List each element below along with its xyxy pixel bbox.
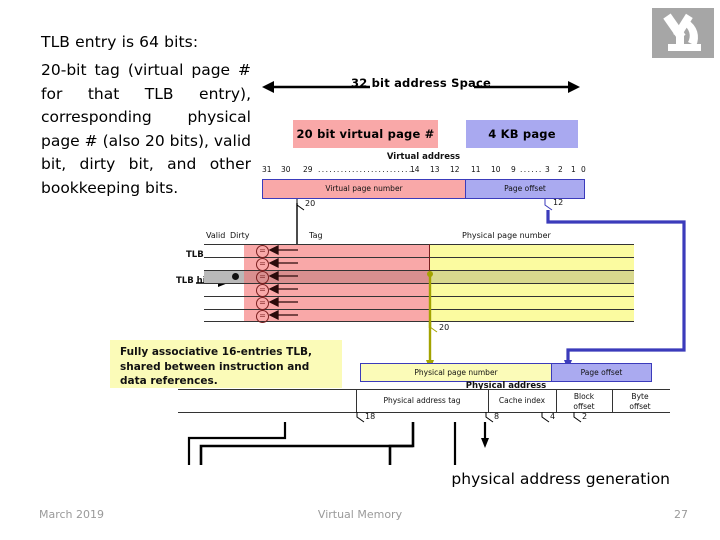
lead-text-block: TLB entry is 64 bits: 20-bit tag (virtua… xyxy=(41,31,251,200)
physical-page-offset-field: Page offset xyxy=(552,364,651,381)
address-space-label: 32 bit address Space xyxy=(351,76,491,90)
physical-address-caption: physical address generation xyxy=(451,470,670,488)
tlb-hit-node xyxy=(232,273,239,280)
ppn-output-tap-connector xyxy=(429,322,438,333)
microscope-logo xyxy=(652,8,714,58)
tlb-column-headers: Valid Dirty Tag Physical page number xyxy=(204,231,634,243)
callout-page-size: 4 KB page xyxy=(466,120,578,148)
tlb-col-valid: Valid xyxy=(206,231,226,240)
cache-field-breakdown: Physical address tag Cache index Block of… xyxy=(178,389,670,413)
footer-title: Virtual Memory xyxy=(317,508,403,521)
offset-tap-label: 12 xyxy=(553,198,564,207)
comparator-feed-arrows xyxy=(268,244,298,321)
virtual-page-number-field: Virtual page number xyxy=(263,180,466,198)
cache-field-tag: Physical address tag xyxy=(383,396,461,405)
lead-body: 20-bit tag (virtual page # for that TLB … xyxy=(41,61,251,197)
cache-field-block-offset: Block offset xyxy=(573,392,595,411)
address-space-span: 32 bit address Space xyxy=(262,76,580,98)
virtual-page-offset-field: Page offset xyxy=(466,180,584,198)
tlb-col-dirty: Dirty xyxy=(230,231,250,240)
footer-page-number: 27 xyxy=(674,508,688,521)
tlb-note-box: Fully associative 16-entries TLB, shared… xyxy=(110,340,342,388)
virtual-address-bit-labels: 31 30 29 .......................... 14 1… xyxy=(262,165,586,174)
tlb-label: TLB xyxy=(186,250,204,260)
tlb-col-tag: Tag xyxy=(309,231,323,240)
virtual-address-bar: Virtual page number Page offset xyxy=(262,179,585,199)
vpn-tap-label: 20 xyxy=(305,199,316,208)
tlb-col-ppn: Physical page number xyxy=(462,231,551,240)
callout-virtual-page: 20 bit virtual page # xyxy=(293,120,438,148)
lead-heading: TLB entry is 64 bits: xyxy=(41,33,199,51)
virtual-address-title: Virtual address xyxy=(386,152,461,162)
cache-routing-bus xyxy=(187,422,489,465)
physical-page-number-field: Physical page number xyxy=(361,364,552,381)
physical-address-bar: Physical page number Page offset xyxy=(360,363,652,382)
cache-field-index: Cache index xyxy=(498,396,546,405)
tlb-table: = = = = = = xyxy=(204,244,634,323)
cache-field-byte-offset: Byte offset xyxy=(629,392,651,411)
